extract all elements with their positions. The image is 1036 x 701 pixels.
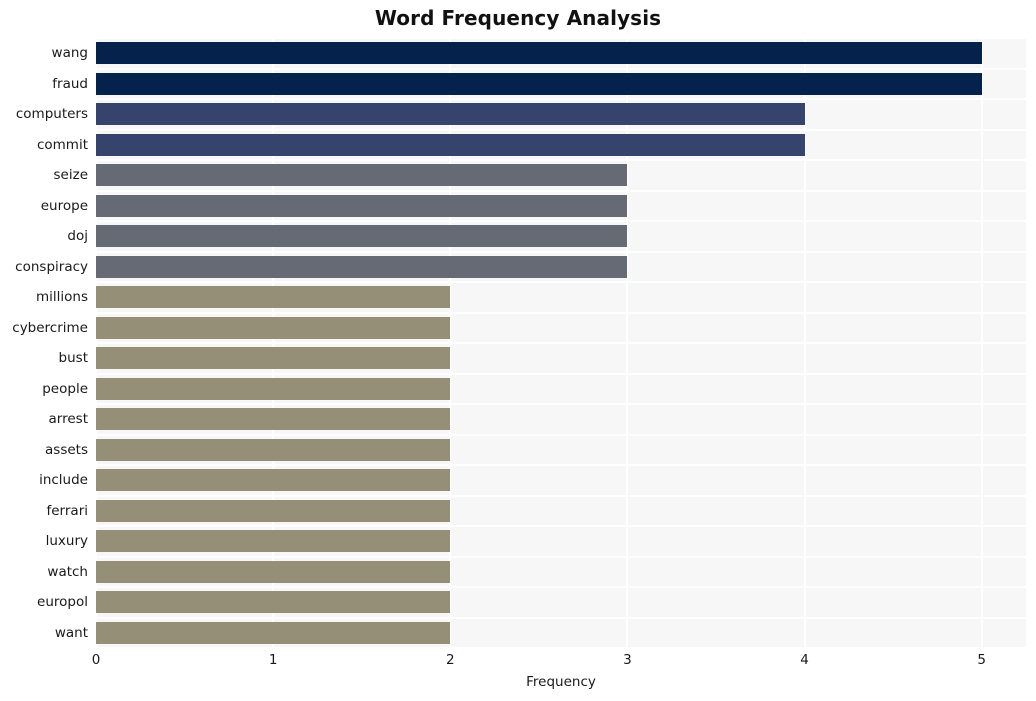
- y-axis-labels: wang fraud computers commit seize europe doj co…: [0, 38, 88, 648]
- y-gridline: [96, 403, 1026, 405]
- y-gridline: [96, 159, 1026, 161]
- x-axis-tick-labels: 0 1 2 3 4 5: [0, 652, 1036, 674]
- y-gridline: [96, 586, 1026, 588]
- bar[interactable]: [96, 72, 982, 95]
- bar[interactable]: [96, 560, 451, 583]
- bar[interactable]: [96, 133, 805, 156]
- bar[interactable]: [96, 42, 982, 65]
- bar[interactable]: [96, 377, 451, 400]
- y-axis-tick-label: cybercrime: [12, 319, 88, 336]
- y-axis-tick-label: ferrari: [46, 502, 89, 519]
- bar[interactable]: [96, 469, 451, 492]
- y-gridline: [96, 342, 1026, 344]
- y-gridline: [96, 250, 1026, 253]
- y-axis-tick-label: commit: [36, 136, 88, 153]
- bar[interactable]: [96, 530, 451, 553]
- y-axis-tick-label: seize: [53, 167, 88, 184]
- bar[interactable]: [96, 438, 451, 461]
- y-axis-tick-label: europe: [40, 197, 88, 214]
- y-gridline: [96, 281, 1026, 283]
- y-axis-tick-label: millions: [35, 289, 88, 306]
- x-axis-tick-label: 5: [977, 652, 986, 668]
- bar[interactable]: [96, 225, 628, 248]
- y-axis-tick-label: watch: [47, 563, 88, 580]
- y-gridline: [96, 555, 1026, 558]
- y-gridline: [96, 616, 1026, 619]
- y-gridline: [96, 38, 1026, 39]
- bar[interactable]: [96, 316, 451, 339]
- y-axis-tick-label: fraud: [52, 75, 88, 92]
- bar[interactable]: [96, 255, 628, 278]
- x-axis-tick-label: 0: [91, 652, 101, 668]
- x-axis-tick-label: 1: [268, 652, 278, 668]
- plot-area: [96, 38, 1026, 648]
- x-axis-tick-label: 3: [623, 652, 632, 668]
- bar[interactable]: [96, 408, 451, 431]
- y-axis-tick-label: wang: [51, 45, 88, 62]
- y-gridline: [96, 433, 1026, 436]
- bar[interactable]: [96, 103, 805, 126]
- bar[interactable]: [96, 621, 451, 644]
- y-axis-tick-label: arrest: [48, 411, 88, 428]
- y-gridline: [96, 647, 1026, 648]
- bar[interactable]: [96, 286, 451, 309]
- x-axis-tick-label: 4: [800, 652, 809, 668]
- y-axis-tick-label: conspiracy: [15, 258, 88, 275]
- y-gridline: [96, 67, 1026, 70]
- bar[interactable]: [96, 347, 451, 370]
- y-gridline: [96, 220, 1026, 222]
- y-gridline: [96, 494, 1026, 497]
- bar[interactable]: [96, 164, 628, 187]
- bar[interactable]: [96, 591, 451, 614]
- y-gridline: [96, 311, 1026, 314]
- y-axis-tick-label: want: [54, 624, 88, 641]
- y-axis-tick-label: doj: [67, 228, 88, 245]
- chart-title: Word Frequency Analysis: [374, 6, 662, 30]
- chart-figure: Word Frequency Analysis wang fraud compute…: [0, 0, 1036, 701]
- y-gridline: [96, 464, 1026, 466]
- y-gridline: [96, 189, 1026, 192]
- y-axis-tick-label: europol: [37, 594, 88, 611]
- bar[interactable]: [96, 499, 451, 522]
- y-gridline: [96, 98, 1026, 100]
- y-axis-tick-label: assets: [45, 441, 88, 458]
- y-axis-tick-label: people: [42, 380, 88, 397]
- y-axis-tick-label: include: [39, 472, 88, 489]
- y-axis-tick-label: luxury: [45, 533, 88, 550]
- y-axis-tick-label: computers: [15, 106, 88, 123]
- y-gridline: [96, 525, 1026, 527]
- x-axis-tick-label: 2: [445, 652, 455, 668]
- bar[interactable]: [96, 194, 628, 217]
- y-gridline: [96, 128, 1026, 131]
- y-gridline: [96, 372, 1026, 375]
- x-axis-title: Frequency: [526, 674, 596, 690]
- y-axis-tick-label: bust: [58, 350, 88, 367]
